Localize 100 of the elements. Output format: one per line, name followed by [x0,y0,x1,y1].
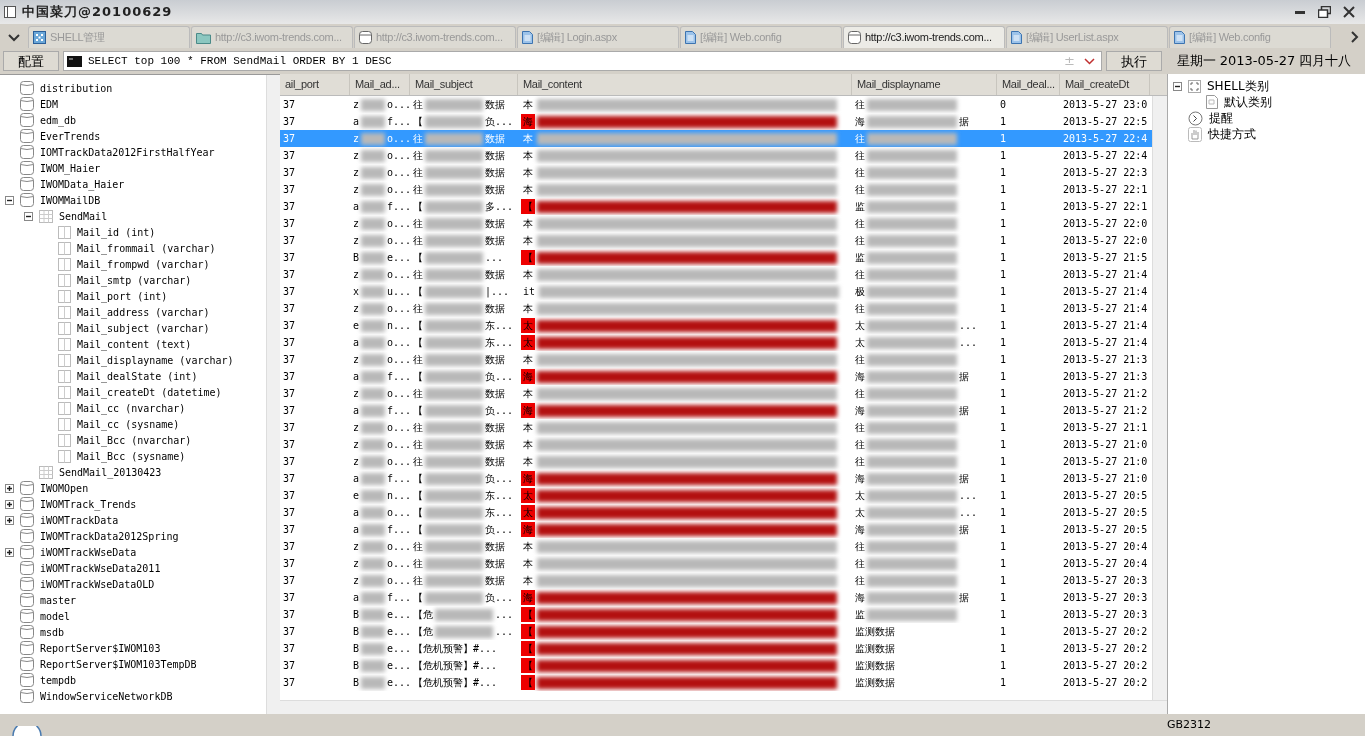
tree-item[interactable]: iWOMTrackData [40,512,119,528]
table-row[interactable]: 37 e n... 【 东... 太 太 ... 1 2013-5-27 21:4 [280,317,1152,334]
table-row[interactable]: 37 a f... 【 负... 海 海 据 1 2013-5-27 20:3 [280,589,1152,606]
expand-icon[interactable] [5,483,14,493]
tree-item[interactable]: 提醒 [1209,109,1233,127]
tree-item[interactable]: model [40,608,71,624]
tree-item[interactable]: WindowServiceNetworkDB [40,688,173,704]
tree-item[interactable]: Mail_dealState (int) [77,368,198,384]
scrollbar[interactable] [266,75,280,714]
table-row[interactable]: 37 x u... 【 |... it 极 1 2013-5-27 21:4 [280,283,1152,300]
table-row[interactable]: 37 z o... 往 数据 本 往 1 2013-5-27 21:4 [280,266,1152,283]
tree-item[interactable]: EverTrends [40,128,101,144]
table-row[interactable]: 37 z o... 往 数据 本 往 1 2013-5-27 22:3 [280,164,1152,181]
table-row[interactable]: 37 B e... 【危机预警】#... 【 监测数据 1 2013-5-27 20:2 [280,657,1152,674]
table-row[interactable]: 37 z o... 往 数据 本 往 1 2013-5-27 22:0 [280,232,1152,249]
table-row[interactable]: 37 B e... 【危机预警】#... 【 监测数据 1 2013-5-27 20:2 [280,674,1152,691]
tree-item[interactable]: IWOMOpen [40,480,89,496]
tree-item[interactable]: distribution [40,80,113,96]
tree-item[interactable]: ReportServer$IWOM103TempDB [40,656,197,672]
tree-item[interactable]: SendMail_20130423 [59,464,162,480]
column-header[interactable]: Mail_content [518,74,852,95]
table-row[interactable]: 37 z o... 往 数据 本 往 1 2013-5-27 22:4 [280,147,1152,164]
table-row[interactable]: 37 z o... 往 数据 本 往 0 2013-5-27 23:0 [280,96,1152,113]
tree-item[interactable]: iWOMTrackWseData2011 [40,560,161,576]
table-row[interactable]: 37 B e... 【危 ... 【 监测数据 1 2013-5-27 20:2 [280,623,1152,640]
tree-item[interactable]: Mail_address (varchar) [77,304,210,320]
tree-item[interactable]: Mail_subject (varchar) [77,320,210,336]
collapse-icon[interactable] [5,195,14,205]
table-row[interactable]: 37 a f... 【 多... 【 监 1 2013-5-27 22:1 [280,198,1152,215]
tree-item[interactable]: IWOMTrackData2012Spring [40,528,179,544]
tree-item[interactable]: tempdb [40,672,77,688]
tree-item[interactable]: master [40,592,77,608]
chevron-down-icon[interactable] [8,34,20,42]
column-header[interactable]: Mail_ad... [350,74,410,95]
tree-item[interactable]: IOMTrackData2012FirstHalfYear [40,144,215,160]
tree-item[interactable]: iWOMTrackWseData [40,544,137,560]
table-row[interactable]: 37 a f... 【 负... 海 海 据 1 2013-5-27 21:3 [280,368,1152,385]
tree-item[interactable]: Mail_cc (nvarchar) [77,400,186,416]
tree-item[interactable]: Mail_frommail (varchar) [77,240,216,256]
table-row[interactable]: 37 e n... 【 东... 太 太 ... 1 2013-5-27 20:5 [280,487,1152,504]
table-row[interactable]: 37 B e... 【 ... 【 监 1 2013-5-27 21:5 [280,249,1152,266]
table-row[interactable]: 37 z o... 往 数据 本 往 1 2013-5-27 20:4 [280,538,1152,555]
table-row[interactable]: 37 z o... 往 数据 本 往 1 2013-5-27 21:1 [280,419,1152,436]
tab[interactable]: http://c3.iwom-trends.com... [843,26,1005,48]
restore-icon[interactable] [1318,6,1331,18]
expand-icon[interactable] [5,547,14,557]
run-button[interactable]: 执行 [1106,51,1162,71]
tree-item[interactable]: ReportServer$IWOM103 [40,640,161,656]
tree-item[interactable]: Mail_smtp (varchar) [77,272,192,288]
column-header[interactable]: Mail_deal... [997,74,1060,95]
tree-item[interactable]: IWOM_Haier [40,160,101,176]
tree-item[interactable]: Mail_createDt (datetime) [77,384,222,400]
tree-item[interactable]: Mail_Bcc (nvarchar) [77,432,192,448]
table-row[interactable]: 37 a f... 【 负... 海 海 据 1 2013-5-27 22:5 [280,113,1152,130]
expand-icon[interactable] [5,499,14,509]
scrollbar[interactable] [280,700,1167,714]
tree-item[interactable]: iWOMTrackWseDataOLD [40,576,155,592]
column-header[interactable]: Mail_subject [410,74,518,95]
column-header[interactable]: Mail_displayname [852,74,997,95]
tree-item[interactable]: IWOMMailDB [40,192,101,208]
tree-item[interactable]: msdb [40,624,65,640]
table-row[interactable]: 37 z o... 往 数据 本 往 1 2013-5-27 20:3 [280,572,1152,589]
expand-icon[interactable] [5,515,14,525]
table-row[interactable]: 37 z o... 往 数据 本 往 1 2013-5-27 20:4 [280,555,1152,572]
tree-item[interactable]: Mail_content (text) [77,336,192,352]
column-header[interactable]: Mail_createDt [1060,74,1150,95]
tree-item[interactable]: edm_db [40,112,77,128]
scrollbar[interactable] [1152,96,1167,700]
table-row[interactable]: 37 a f... 【 负... 海 海 据 1 2013-5-27 21:0 [280,470,1152,487]
dropdown-caret-icon[interactable] [1084,57,1095,65]
tree-item[interactable]: 默认类别 [1224,93,1272,111]
tree-item[interactable]: IWOMData_Haier [40,176,125,192]
tree-item[interactable]: IWOMTrack_Trends [40,496,137,512]
chevron-right-icon[interactable] [1351,31,1359,43]
collapse-icon[interactable] [24,211,33,221]
table-row[interactable]: 37 a f... 【 负... 海 海 据 1 2013-5-27 21:2 [280,402,1152,419]
table-row[interactable]: 37 z o... 往 数据 本 往 1 2013-5-27 21:4 [280,300,1152,317]
table-row[interactable]: 37 z o... 往 数据 本 往 1 2013-5-27 22:1 [280,181,1152,198]
tree-item[interactable]: Mail_Bcc (sysname) [77,448,186,464]
tree-item[interactable]: Mail_id (int) [77,224,156,240]
config-button[interactable]: 配置 [3,51,59,71]
tree-item[interactable]: SHELL类别 [1207,77,1269,95]
tree-item[interactable]: 快捷方式 [1208,125,1256,143]
tree-item[interactable]: SendMail [59,208,108,224]
table-row[interactable]: 37 z o... 往 数据 本 往 1 2013-5-27 21:0 [280,436,1152,453]
close-icon[interactable] [1343,6,1355,18]
table-row[interactable]: 37 B e... 【危 ... 【 监 1 2013-5-27 20:3 [280,606,1152,623]
collapse-icon[interactable] [1173,81,1182,91]
table-row[interactable]: 37 z o... 往 数据 本 往 1 2013-5-27 21:3 [280,351,1152,368]
table-row[interactable]: 37 B e... 【危机预警】#... 【 监测数据 1 2013-5-27 20:2 [280,640,1152,657]
column-header[interactable]: ail_port [280,74,350,95]
tree-item[interactable]: Mail_displayname (varchar) [77,352,234,368]
query-field[interactable]: SELECT top 100 * FROM SendMail ORDER BY 1 DESC ± [63,51,1102,71]
table-row[interactable]: 37 z o... 往 数据 本 往 1 2013-5-27 21:2 [280,385,1152,402]
tree-item[interactable]: Mail_port (int) [77,288,168,304]
tree-item[interactable]: Mail_cc (sysname) [77,416,180,432]
table-row[interactable]: 37 a o... 【 东... 太 太 ... 1 2013-5-27 20:5 [280,504,1152,521]
table-row[interactable]: 37 a f... 【 负... 海 海 据 1 2013-5-27 20:5 [280,521,1152,538]
table-row[interactable]: 37 a o... 【 东... 太 太 ... 1 2013-5-27 21:4 [280,334,1152,351]
table-row[interactable]: 37 z o... 往 数据 本 往 1 2013-5-27 22:0 [280,215,1152,232]
